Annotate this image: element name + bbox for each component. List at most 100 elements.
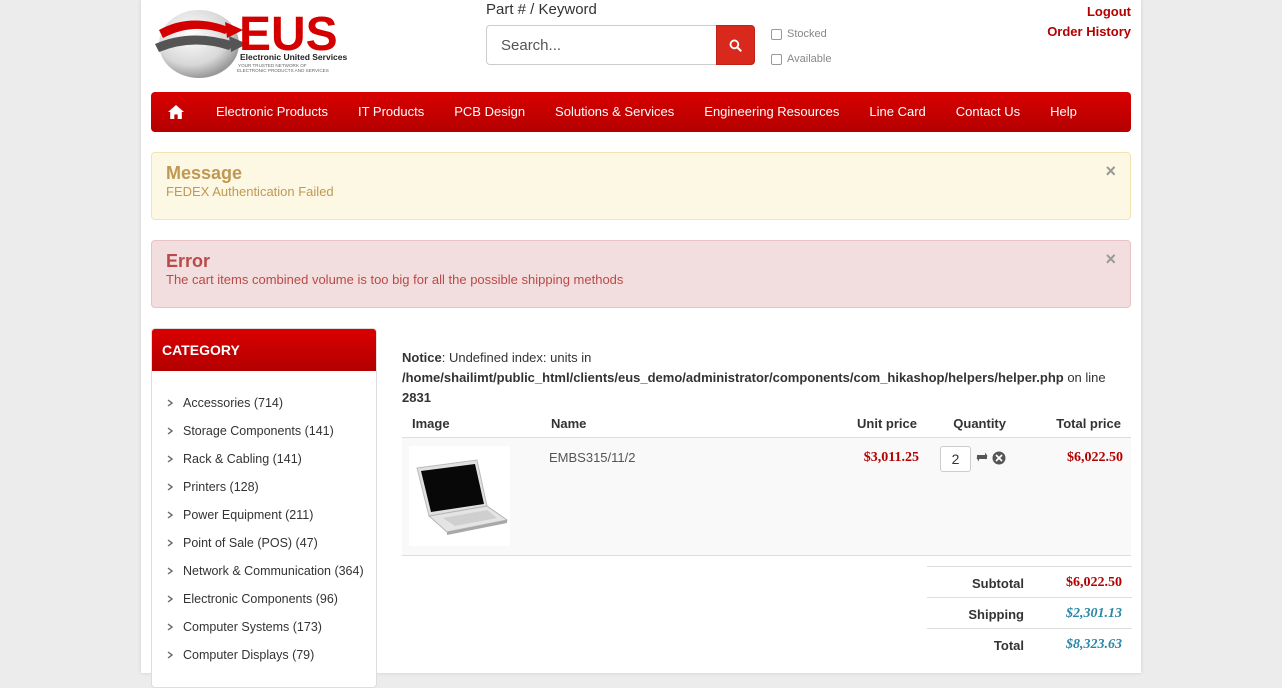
caret-right-icon [166, 567, 174, 575]
php-notice: Notice: Undefined index: units in /home/… [402, 348, 1132, 408]
col-unit-price: Unit price [857, 416, 917, 431]
notice-line-text: on line [1063, 370, 1106, 385]
cart-totals: Subtotal $6,022.50 Shipping $2,301.13 To… [927, 566, 1132, 659]
close-icon[interactable]: × [1105, 249, 1116, 270]
page-container: EUS Electronic United Services YOUR TRUS… [141, 0, 1141, 688]
nav-item-solutions-services[interactable]: Solutions & Services [540, 92, 689, 132]
caret-right-icon [166, 595, 174, 603]
caret-right-icon [166, 539, 174, 547]
sidebar-item-network-communication[interactable]: Network & Communication (364) [152, 557, 376, 585]
category-sidebar: CATEGORY Accessories (714) Storage Compo… [151, 328, 377, 688]
shipping-label: Shipping [968, 607, 1024, 622]
sidebar-item-rack-cabling[interactable]: Rack & Cabling (141) [152, 445, 376, 473]
close-icon[interactable]: × [1105, 161, 1116, 182]
notice-path: /home/shailimt/public_html/clients/eus_d… [402, 370, 1064, 385]
notice-label: Notice [402, 350, 442, 365]
sidebar-item-label: Computer Systems (173) [183, 620, 322, 634]
caret-right-icon [166, 399, 174, 407]
available-checkbox[interactable]: Available [771, 53, 831, 65]
refresh-icon[interactable] [976, 451, 988, 466]
error-alert-title: Error [166, 251, 211, 271]
svg-text:ELECTRONIC PRODUCTS AND SERVIC: ELECTRONIC PRODUCTS AND SERVICES [237, 68, 329, 73]
svg-text:Electronic United Services: Electronic United Services [240, 52, 348, 62]
caret-right-icon [166, 483, 174, 491]
main-nav: Electronic Products IT Products PCB Desi… [151, 92, 1131, 132]
sidebar-item-label: Network & Communication (364) [183, 564, 364, 578]
sidebar-item-label: Electronic Components (96) [183, 592, 338, 606]
site-logo[interactable]: EUS Electronic United Services YOUR TRUS… [151, 0, 351, 82]
nav-item-contact-us[interactable]: Contact Us [941, 92, 1035, 132]
nav-item-pcb-design[interactable]: PCB Design [439, 92, 540, 132]
sidebar-item-storage-components[interactable]: Storage Components (141) [152, 417, 376, 445]
cart-table: Image Name Unit price Quantity Total pri… [402, 408, 1131, 556]
product-name[interactable]: EMBS315/11/2 [549, 450, 635, 465]
subtotal-row: Subtotal $6,022.50 [927, 566, 1132, 597]
sidebar-item-label: Point of Sale (POS) (47) [183, 536, 318, 550]
message-alert-title: Message [166, 163, 243, 183]
subtotal-value: $6,022.50 [1066, 575, 1122, 590]
search-label: Part # / Keyword [486, 1, 597, 18]
sidebar-item-point-of-sale[interactable]: Point of Sale (POS) (47) [152, 529, 376, 557]
sidebar-item-label: Computer Displays (79) [183, 648, 315, 662]
checkbox-box[interactable] [771, 28, 782, 40]
search-icon [729, 39, 742, 52]
product-image[interactable] [409, 446, 510, 546]
unit-price: $3,011.25 [863, 450, 919, 465]
stocked-label: Stocked [787, 28, 827, 40]
checkbox-box[interactable] [771, 53, 782, 65]
subtotal-label: Subtotal [972, 576, 1024, 591]
sidebar-item-label: Storage Components (141) [183, 424, 334, 438]
sidebar-item-label: Power Equipment (211) [183, 508, 314, 522]
sidebar-item-power-equipment[interactable]: Power Equipment (211) [152, 501, 376, 529]
laptop-image [416, 459, 509, 535]
remove-icon[interactable] [992, 451, 1006, 468]
search-input[interactable] [486, 25, 716, 65]
sidebar-item-electronic-components[interactable]: Electronic Components (96) [152, 585, 376, 613]
nav-home[interactable] [151, 92, 201, 132]
error-alert-text: The cart items combined volume is too bi… [166, 272, 624, 287]
quantity-input[interactable]: 2 [940, 446, 971, 472]
message-alert: Message FEDEX Authentication Failed × [151, 152, 1131, 220]
error-alert: Error The cart items combined volume is … [151, 240, 1131, 308]
total-row: Total $8,323.63 [927, 628, 1132, 659]
nav-item-help[interactable]: Help [1035, 92, 1092, 132]
sidebar-item-computer-displays[interactable]: Computer Displays (79) [152, 641, 376, 669]
table-row: EMBS315/11/2 $3,011.25 2 $6,022.50 [402, 438, 1131, 556]
col-name: Name [551, 416, 587, 431]
shipping-row: Shipping $2,301.13 [927, 597, 1132, 628]
caret-right-icon [166, 511, 174, 519]
logout-link[interactable]: Logout [1047, 2, 1131, 22]
stocked-checkbox[interactable]: Stocked [771, 28, 827, 40]
col-image: Image [412, 416, 450, 431]
col-quantity: Quantity [953, 416, 1006, 431]
cart-header-row: Image Name Unit price Quantity Total pri… [402, 408, 1131, 438]
total-value: $8,323.63 [1066, 637, 1122, 652]
sidebar-title: CATEGORY [152, 329, 376, 371]
sidebar-item-label: Rack & Cabling (141) [183, 452, 302, 466]
sidebar-item-label: Printers (128) [183, 480, 259, 494]
order-history-link[interactable]: Order History [1047, 22, 1131, 42]
nav-item-engineering-resources[interactable]: Engineering Resources [689, 92, 854, 132]
caret-right-icon [166, 623, 174, 631]
top-links: Logout Order History [1047, 2, 1131, 42]
total-price: $6,022.50 [1067, 450, 1123, 465]
col-total-price: Total price [1056, 416, 1121, 431]
caret-right-icon [166, 427, 174, 435]
available-label: Available [787, 53, 832, 65]
sidebar-item-computer-systems[interactable]: Computer Systems (173) [152, 613, 376, 641]
caret-right-icon [166, 455, 174, 463]
sidebar-item-printers[interactable]: Printers (128) [152, 473, 376, 501]
home-icon [168, 105, 184, 119]
search-button[interactable] [716, 25, 755, 65]
nav-item-it-products[interactable]: IT Products [343, 92, 439, 132]
sidebar-item-accessories[interactable]: Accessories (714) [152, 389, 376, 417]
total-label: Total [993, 638, 1024, 653]
shipping-value: $2,301.13 [1066, 606, 1122, 621]
message-alert-text: FEDEX Authentication Failed [166, 184, 334, 199]
caret-right-icon [166, 651, 174, 659]
notice-line: 2831 [402, 390, 431, 405]
sidebar-item-label: Accessories (714) [183, 396, 284, 410]
notice-text: : Undefined index: units in [441, 350, 592, 365]
nav-item-line-card[interactable]: Line Card [854, 92, 940, 132]
nav-item-electronic-products[interactable]: Electronic Products [201, 92, 343, 132]
